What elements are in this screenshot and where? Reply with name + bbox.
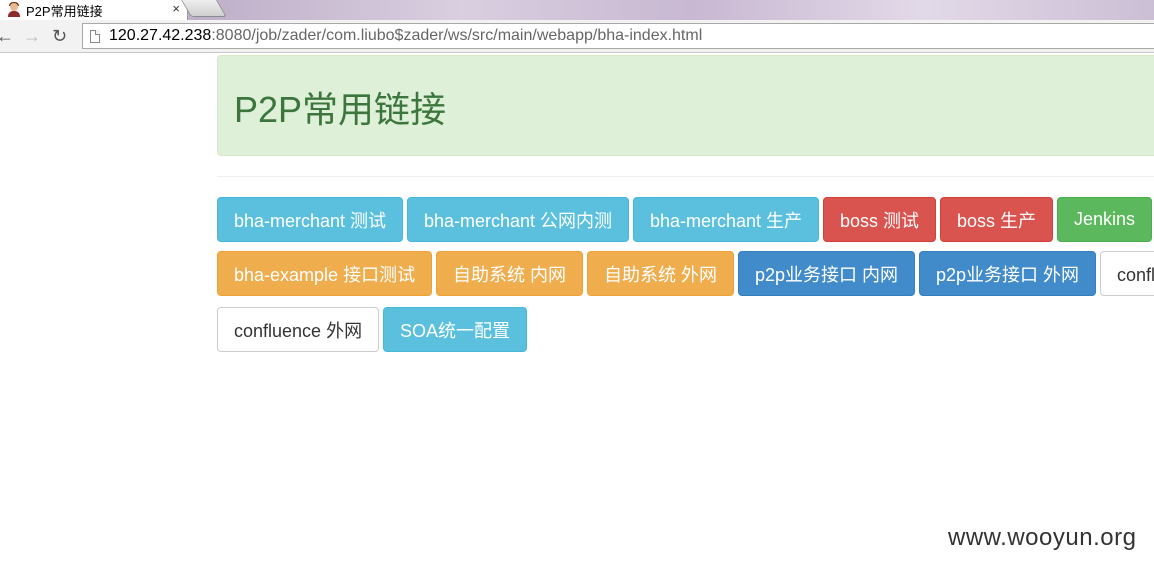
button-label: p2p业务接口 外网: [936, 264, 1080, 285]
link-button-bha-merchant-public-test[interactable]: bha-merchant 公网内测: [407, 197, 629, 242]
forward-arrow-icon[interactable]: →: [23, 24, 41, 48]
link-button-boss-prod[interactable]: boss 生产: [940, 197, 1053, 242]
user-avatar-icon: [7, 2, 21, 17]
link-button-confluence-intranet[interactable]: confluence 内网: [1100, 251, 1154, 296]
link-button-jenkins[interactable]: Jenkins: [1057, 197, 1152, 242]
link-button-bha-example-api-test[interactable]: bha-example 接口测试: [217, 251, 432, 296]
url-host: 120.27.42.238: [109, 27, 212, 44]
watermark: www.wooyun.org: [948, 524, 1137, 551]
button-label: bha-merchant 生产: [650, 210, 803, 231]
button-label: 自助系统 外网: [604, 264, 718, 285]
page-icon: [90, 29, 100, 43]
link-button-p2p-api-internet[interactable]: p2p业务接口 外网: [919, 251, 1096, 296]
link-button-self-service-intranet[interactable]: 自助系统 内网: [436, 251, 583, 296]
url-path: :8080/job/zader/com.liubo$zader/ws/src/m…: [211, 27, 703, 44]
button-label: 自助系统 内网: [453, 264, 567, 285]
button-label: bha-merchant 公网内测: [424, 210, 613, 231]
button-label: confluence 外网: [234, 320, 363, 341]
link-button-p2p-api-intranet[interactable]: p2p业务接口 内网: [738, 251, 915, 296]
address-bar[interactable]: 120.27.42.238:8080/job/zader/com.liubo$z…: [82, 23, 1154, 49]
reload-icon[interactable]: ↻: [52, 24, 67, 48]
link-button-self-service-internet[interactable]: 自助系统 外网: [587, 251, 734, 296]
heading-banner: P2P常用链接: [217, 55, 1154, 156]
button-label: SOA统一配置: [400, 320, 511, 341]
button-label: bha-example 接口测试: [234, 264, 416, 285]
browser-tab[interactable]: P2P常用链接 ×: [0, 0, 188, 20]
button-label: bha-merchant 测试: [234, 210, 387, 231]
tab-title: P2P常用链接: [26, 3, 103, 19]
link-button-bha-merchant-prod[interactable]: bha-merchant 生产: [633, 197, 819, 242]
link-button-bha-merchant-test[interactable]: bha-merchant 测试: [217, 197, 403, 242]
button-label: p2p业务接口 内网: [755, 264, 899, 285]
page-title: P2P常用链接: [234, 89, 447, 130]
button-label: boss 测试: [840, 210, 920, 231]
back-arrow-icon[interactable]: ←: [0, 24, 14, 48]
divider: [217, 176, 1154, 177]
url-text: 120.27.42.238:8080/job/zader/com.liubo$z…: [109, 27, 702, 45]
button-label: Jenkins: [1074, 209, 1136, 229]
button-label: confluence 内网: [1117, 264, 1154, 285]
link-button-confluence-internet[interactable]: confluence 外网: [217, 307, 379, 352]
tab-strip: P2P常用链接 ×: [0, 0, 1154, 20]
link-button-soa-config[interactable]: SOA统一配置: [383, 307, 527, 352]
button-label: boss 生产: [957, 210, 1037, 231]
close-tab-icon[interactable]: ×: [172, 1, 180, 16]
link-button-boss-test[interactable]: boss 测试: [823, 197, 936, 242]
browser-toolbar: ← → ↻ 120.27.42.238:8080/job/zader/com.l…: [0, 20, 1154, 53]
